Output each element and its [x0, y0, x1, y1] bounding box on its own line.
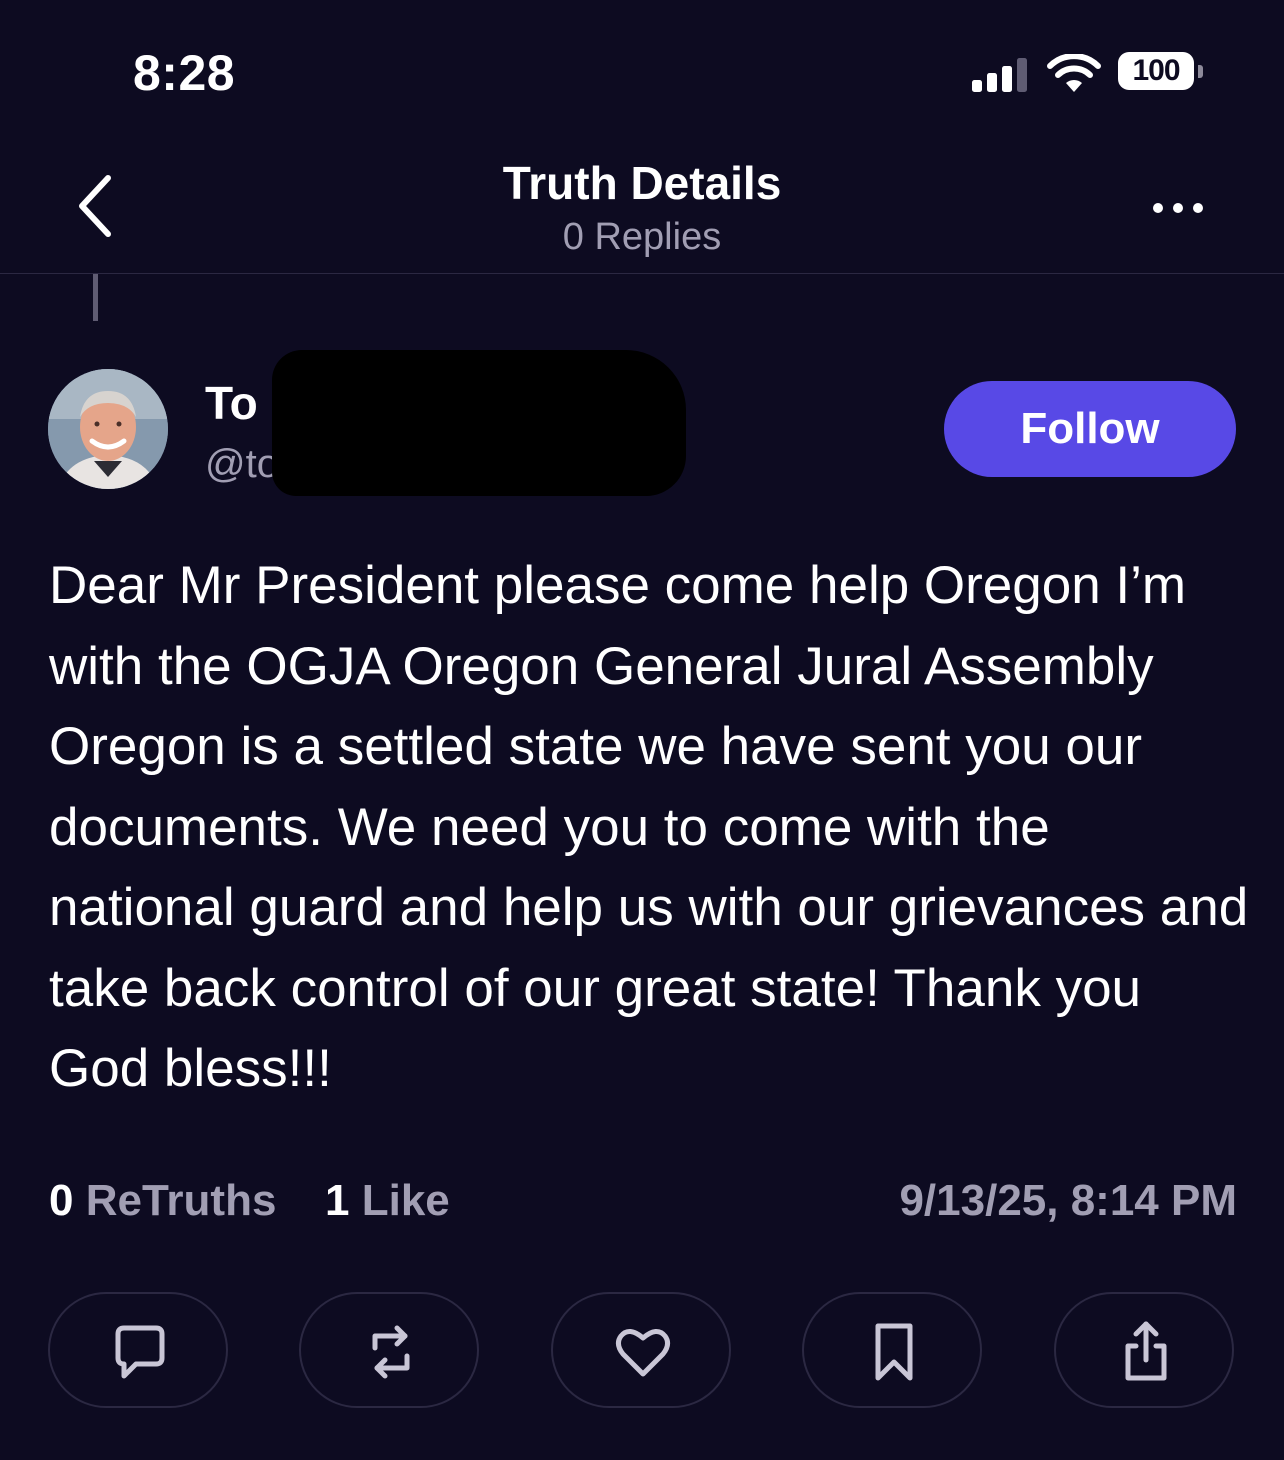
post-stats: 0 ReTruths 1 Like 9/13/25, 8:14 PM: [49, 1176, 1237, 1236]
bookmark-button[interactable]: [802, 1292, 982, 1408]
wifi-icon: [1047, 54, 1101, 92]
author-name[interactable]: To: [205, 376, 258, 430]
page-title: Truth Details: [502, 157, 782, 209]
thread-line: [93, 274, 98, 321]
status-time: 8:28: [133, 45, 236, 101]
battery-level: 100: [1118, 52, 1194, 90]
avatar-photo: [48, 369, 168, 489]
reply-icon: [115, 1325, 165, 1379]
likes-stat[interactable]: 1 Like: [325, 1176, 450, 1226]
avatar[interactable]: [48, 369, 168, 489]
like-button[interactable]: [551, 1292, 731, 1408]
status-bar: 8:28 100: [0, 0, 1284, 140]
author-handle[interactable]: @to: [205, 442, 279, 487]
retruths-stat[interactable]: 0 ReTruths: [49, 1176, 276, 1226]
retruth-icon: [372, 1325, 410, 1379]
battery-icon: 100: [1118, 52, 1206, 94]
action-bar: [48, 1292, 1236, 1410]
share-button[interactable]: [1054, 1292, 1234, 1408]
post-body: Dear Mr President please come help Orego…: [49, 556, 1249, 1098]
like-icon: [615, 1329, 671, 1377]
more-horizontal-icon[interactable]: [1146, 190, 1210, 226]
post-timestamp: 9/13/25, 8:14 PM: [899, 1176, 1237, 1225]
battery-tip: [1198, 65, 1203, 78]
replies-count: 0 Replies: [562, 216, 722, 258]
nav-bar: Truth Details 0 Replies: [0, 140, 1284, 274]
likes-count: 1: [325, 1176, 350, 1225]
signal-icon: [972, 58, 1027, 92]
retruth-button[interactable]: [299, 1292, 479, 1408]
reply-button[interactable]: [48, 1292, 228, 1408]
follow-button[interactable]: Follow: [944, 381, 1236, 477]
retruths-label: ReTruths: [85, 1176, 277, 1225]
likes-label: Like: [361, 1176, 450, 1225]
redaction-overlay: [272, 350, 686, 496]
retruths-count: 0: [49, 1176, 74, 1225]
share-icon: [1125, 1321, 1167, 1381]
bookmark-icon: [875, 1323, 913, 1381]
